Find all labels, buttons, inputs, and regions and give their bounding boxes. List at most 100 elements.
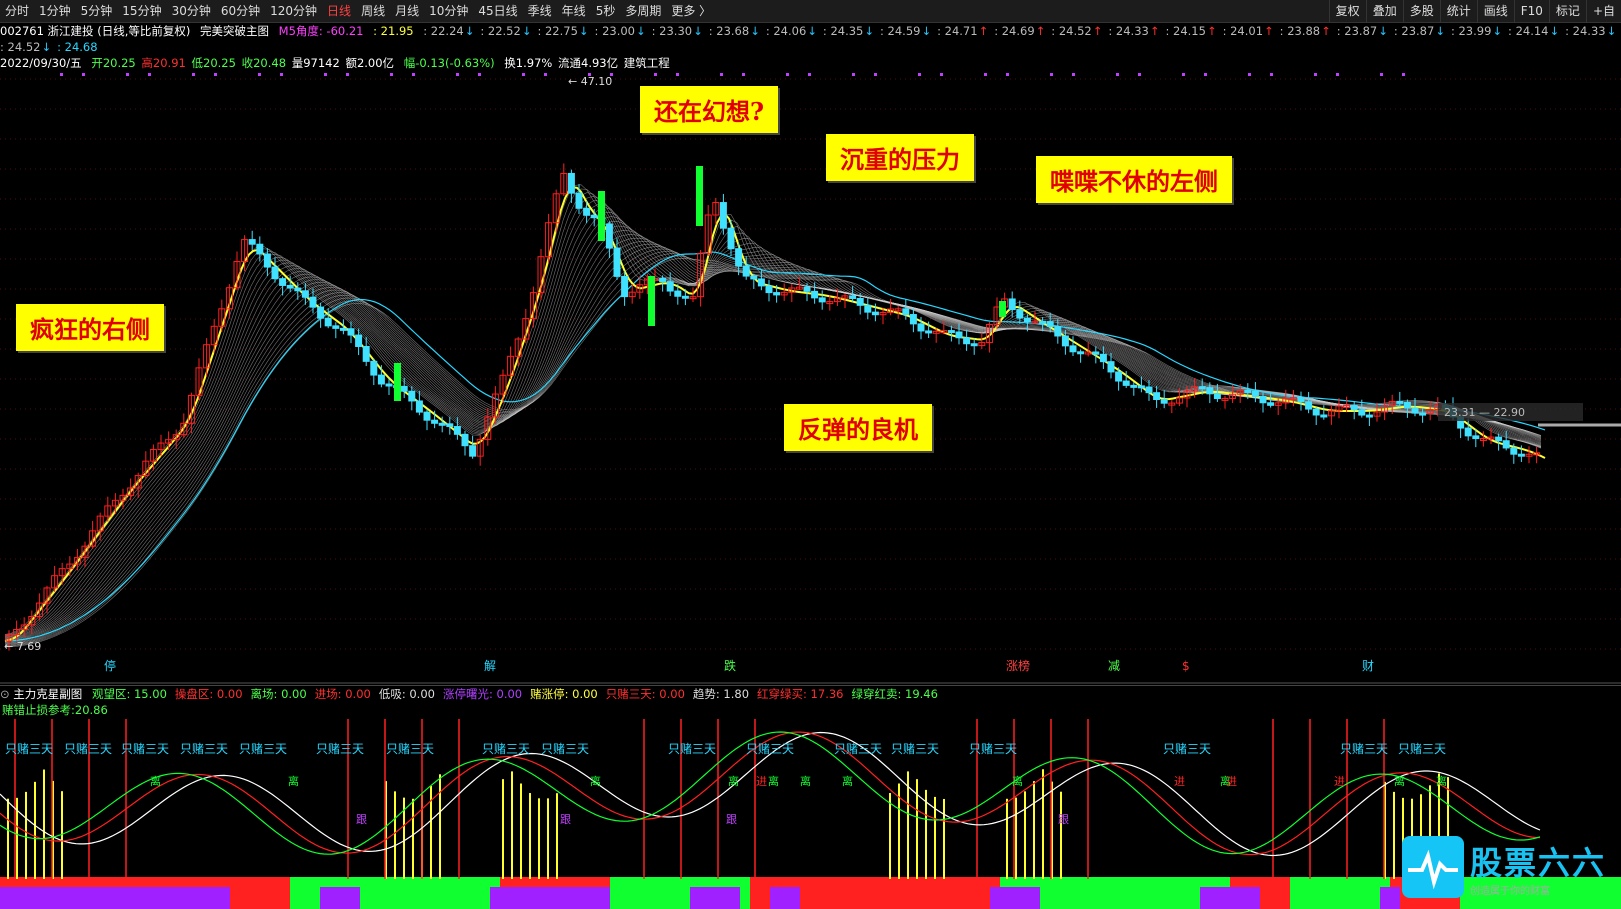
band-level-value: : 24.15 bbox=[1165, 24, 1216, 38]
indicator-title-row-2: : 24.52: 24.68 bbox=[0, 39, 1621, 55]
leave-label: 离 bbox=[842, 774, 853, 788]
candle-body bbox=[1297, 397, 1305, 403]
toolbar-button[interactable]: 复权 bbox=[1328, 0, 1366, 22]
candle-green bbox=[696, 166, 703, 226]
candle-body bbox=[1403, 401, 1411, 409]
period-tab[interactable]: 45日线 bbox=[473, 0, 522, 22]
signal-dot bbox=[82, 73, 85, 76]
signal-dot bbox=[478, 73, 481, 76]
band-level-value: : 22.24 bbox=[423, 24, 474, 38]
band-level-value: : 24.06 bbox=[766, 24, 817, 38]
mesh-line bbox=[4, 195, 1542, 637]
mesh-line bbox=[4, 243, 1542, 644]
event-marker: 停 bbox=[104, 658, 116, 673]
cyan-envelope-line bbox=[4, 251, 1546, 642]
quote-close: 收20.48 bbox=[241, 56, 287, 70]
candle-body bbox=[1517, 453, 1525, 457]
candle-body bbox=[1495, 436, 1503, 442]
mesh-line bbox=[4, 253, 1542, 647]
candle-green bbox=[394, 363, 401, 401]
period-tab[interactable]: 季线 bbox=[523, 0, 557, 22]
candle-body bbox=[385, 383, 393, 387]
mesh-line bbox=[4, 234, 1542, 642]
period-tab[interactable]: 10分钟 bbox=[424, 0, 473, 22]
callout-left-side: 喋喋不休的左侧 bbox=[1036, 156, 1232, 203]
kline-chart[interactable]: ← 47.10 ← 7.69 23.31 — 22.90 停 解 跌 涨榜 减 $ 财 bbox=[0, 71, 1621, 685]
period-tab[interactable]: 1分钟 bbox=[34, 0, 76, 22]
period-tab[interactable]: 30分钟 bbox=[167, 0, 216, 22]
bet-three-days-label: 只赌三天 bbox=[121, 742, 169, 756]
candle-body bbox=[1054, 326, 1062, 337]
period-tab[interactable]: 更多 〉 bbox=[666, 0, 716, 22]
period-tab[interactable]: 多周期 bbox=[620, 0, 666, 22]
signal-dot bbox=[654, 73, 657, 76]
toolbar-button[interactable]: 画线 bbox=[1476, 0, 1514, 22]
band-level-value: : 23.87 bbox=[1394, 24, 1445, 38]
toolbar-button[interactable]: 多股 bbox=[1402, 0, 1440, 22]
candle-body bbox=[309, 296, 317, 308]
toolbar-button[interactable]: 叠加 bbox=[1365, 0, 1403, 22]
stock-title[interactable]: 002761 浙江建投 (日线,等比前复权) bbox=[0, 24, 190, 38]
candle-body bbox=[271, 266, 279, 280]
signal-dot bbox=[192, 73, 195, 76]
period-tab[interactable]: 60分钟 bbox=[216, 0, 265, 22]
band-level-value: : 23.87 bbox=[1337, 24, 1388, 38]
candle-body bbox=[377, 374, 385, 385]
candle-body bbox=[1259, 396, 1267, 404]
period-tab[interactable]: 分时 bbox=[0, 0, 34, 22]
candle-body bbox=[765, 285, 773, 294]
candle-body bbox=[811, 290, 819, 299]
candle-body bbox=[423, 411, 431, 421]
candle-body bbox=[818, 297, 826, 303]
period-tab[interactable]: 5分钟 bbox=[76, 0, 118, 22]
bet-three-days-label: 只赌三天 bbox=[969, 742, 1017, 756]
candle-body bbox=[1419, 412, 1427, 416]
follow-label: 跟 bbox=[560, 813, 571, 826]
candle-body bbox=[279, 278, 287, 286]
period-tab[interactable]: 周线 bbox=[356, 0, 390, 22]
period-toolbar: 分时 1分钟 5分钟 15分钟 30分钟 60分钟 120分钟 日线 周线 月线 10分钟 45日线季… bbox=[0, 0, 1621, 23]
candle-body bbox=[1061, 335, 1069, 347]
candle-body bbox=[856, 297, 864, 306]
period-tab[interactable]: 15分钟 bbox=[117, 0, 166, 22]
period-tab[interactable]: 年线 bbox=[557, 0, 591, 22]
signal-dot bbox=[456, 73, 459, 76]
follow-label: 跟 bbox=[356, 813, 367, 826]
event-marker: $ bbox=[1182, 659, 1190, 673]
indicator-name[interactable]: 完美突破主图 bbox=[200, 24, 269, 38]
mesh-line bbox=[4, 211, 1542, 639]
candle-body bbox=[286, 284, 294, 289]
candle-body bbox=[1365, 414, 1373, 418]
band-level-value: : 24.14 bbox=[1508, 24, 1559, 38]
event-marker: 财 bbox=[1362, 659, 1374, 673]
quote-float: 流通4.93亿 bbox=[558, 56, 619, 70]
toolbar-button[interactable]: 统计 bbox=[1439, 0, 1477, 22]
sub-indicator-chart[interactable]: 只赌三天 只赌三天 只赌三天 只赌三天 只赌三天 只赌三天 只赌三天 只赌三天 只赌三天 只赌三天… bbox=[0, 699, 1621, 909]
toolbar-button[interactable]: +自 bbox=[1585, 0, 1621, 22]
candle-body bbox=[1122, 380, 1130, 386]
band-level-value: : 24.68 bbox=[57, 40, 98, 54]
signal-dot bbox=[390, 73, 393, 76]
signal-dot bbox=[324, 73, 327, 76]
band-level-value: : 24.35 bbox=[823, 24, 874, 38]
period-tab[interactable]: 月线 bbox=[390, 0, 424, 22]
signal-dot bbox=[786, 73, 789, 76]
toolbar-button[interactable]: 标记 bbox=[1548, 0, 1586, 22]
candle-body bbox=[461, 433, 469, 447]
candle-body bbox=[909, 314, 917, 325]
candle-body bbox=[1396, 400, 1404, 404]
candle-body bbox=[1160, 398, 1168, 404]
candle-body bbox=[400, 385, 408, 392]
period-tab[interactable]: 日线 bbox=[322, 0, 356, 22]
candle-body bbox=[248, 239, 256, 245]
candle-body bbox=[917, 323, 925, 332]
quote-sector[interactable]: 建筑工程 bbox=[624, 56, 670, 70]
candle-body bbox=[256, 243, 264, 255]
candle-body bbox=[590, 214, 598, 219]
candle-body bbox=[757, 278, 765, 287]
period-tab[interactable]: 120分钟 bbox=[265, 0, 322, 22]
quote-low: 低20.25 bbox=[191, 56, 236, 70]
period-tab[interactable]: 5秒 bbox=[591, 0, 621, 22]
toolbar-button[interactable]: F10 bbox=[1513, 0, 1549, 22]
band-label: 23.31 — 22.90 bbox=[1444, 406, 1525, 419]
